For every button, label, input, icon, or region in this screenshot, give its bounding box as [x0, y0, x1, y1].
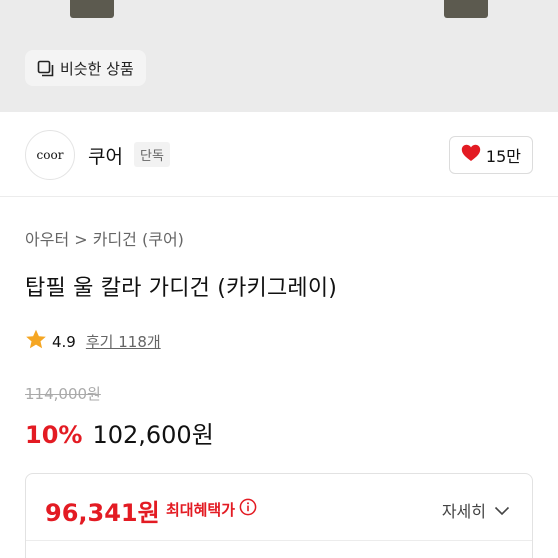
info-icon[interactable]	[239, 498, 257, 520]
similar-products-button[interactable]: 비슷한 상품	[25, 50, 146, 86]
price-row: 10% 102,600원	[25, 415, 214, 450]
chevron-down-icon	[494, 501, 510, 520]
exclusive-badge: 단독	[134, 142, 170, 167]
breadcrumb[interactable]: 아우터 > 카디건 (쿠어)	[25, 226, 184, 250]
brand-logo[interactable]: coor	[25, 130, 75, 180]
like-button[interactable]: 15만	[448, 136, 533, 174]
product-image-sleeve-right	[444, 0, 488, 18]
similar-products-label: 비슷한 상품	[60, 59, 134, 78]
original-price: 114,000원	[25, 385, 101, 403]
heart-icon	[461, 144, 481, 166]
review-count-link[interactable]: 후기 118개	[86, 331, 161, 352]
brand-logo-text: coor	[36, 148, 64, 162]
product-image-sleeve-left	[70, 0, 114, 18]
discount-rate: 10%	[25, 421, 83, 449]
details-label: 자세히	[441, 502, 486, 521]
product-title: 탑필 울 칼라 가디건 (카키그레이)	[25, 276, 338, 301]
brand-name[interactable]: 쿠어	[88, 142, 123, 169]
rating-score: 4.9	[52, 332, 76, 351]
max-benefit-label: 최대혜택가	[166, 500, 236, 519]
max-benefit-label-group[interactable]: 최대혜택가	[166, 498, 257, 520]
benefit-box-divider	[26, 540, 532, 541]
star-icon	[25, 329, 47, 354]
sale-price: 102,600원	[92, 421, 214, 449]
copy-icon	[37, 60, 54, 77]
max-benefit-price: 96,341원	[45, 499, 160, 527]
section-divider	[0, 196, 558, 197]
max-benefit-box: 96,341원 최대혜택가 자세히	[25, 473, 533, 558]
brand-row: coor 쿠어 단독 15만	[0, 112, 558, 196]
details-toggle[interactable]: 자세히	[442, 498, 510, 522]
like-count: 15만	[485, 147, 521, 166]
product-image[interactable]: 비슷한 상품	[0, 0, 558, 112]
rating: 4.9 후기 118개	[25, 329, 161, 354]
